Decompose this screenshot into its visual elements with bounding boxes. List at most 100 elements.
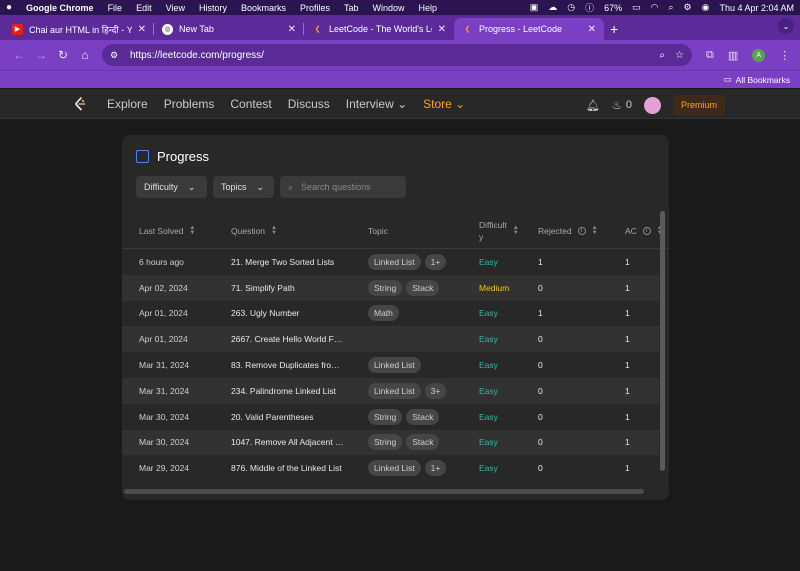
question-link[interactable]: 71. Simplify Path: [231, 275, 346, 301]
topic-tag[interactable]: Stack: [406, 434, 440, 451]
topic-tag[interactable]: Linked List: [368, 460, 421, 477]
nav-store[interactable]: Store ⌄: [423, 97, 465, 111]
nav-explore[interactable]: Explore: [107, 97, 148, 111]
question-title[interactable]: 83. Remove Duplicates from ...: [231, 360, 346, 370]
table-row[interactable]: Mar 30, 2024 20. Valid Parentheses Strin…: [122, 404, 659, 430]
tab-leetcode-home[interactable]: ❮ LeetCode - The World's Leading ✕: [304, 18, 454, 40]
clock-icon[interactable]: ◷: [567, 2, 575, 13]
question-title[interactable]: 2667. Create Hello World Fun...: [231, 334, 346, 344]
new-tab-button[interactable]: +: [610, 18, 618, 40]
table-row[interactable]: Mar 31, 2024 234. Palindrome Linked List…: [122, 377, 659, 404]
back-icon[interactable]: ←: [8, 48, 30, 62]
control-center-icon[interactable]: ⚙: [684, 2, 692, 13]
leetcode-logo-icon[interactable]: [74, 97, 86, 111]
col-ac[interactable]: AC i ▲▼: [625, 213, 663, 249]
topic-tag[interactable]: Stack: [406, 279, 440, 296]
nav-problems[interactable]: Problems: [164, 97, 215, 111]
menu-profiles[interactable]: Profiles: [300, 3, 330, 13]
bookmark-star-icon[interactable]: ☆: [675, 50, 684, 61]
close-icon[interactable]: ✕: [438, 24, 446, 35]
sort-icon[interactable]: ▲▼: [189, 225, 195, 236]
nav-contest[interactable]: Contest: [230, 97, 271, 111]
question-title[interactable]: 263. Ugly Number: [231, 308, 300, 318]
topic-tag[interactable]: Linked List: [368, 382, 421, 399]
col-rejected[interactable]: Rejected i ▲ ▼: [538, 213, 598, 249]
question-link[interactable]: 1047. Remove All Adjacent D...: [231, 430, 346, 456]
col-difficulty[interactable]: Difficult y ▲ ▼: [479, 213, 519, 249]
all-bookmarks-button[interactable]: ▭ All Bookmarks: [724, 74, 790, 85]
zoom-icon[interactable]: ⌕: [659, 50, 665, 61]
status-app-icon[interactable]: ▣: [530, 2, 539, 13]
table-row[interactable]: Apr 01, 2024 2667. Create Hello World Fu…: [122, 326, 659, 353]
question-link[interactable]: 20. Valid Parentheses: [231, 404, 346, 430]
topic-tag[interactable]: Math: [368, 305, 399, 322]
question-title[interactable]: 1047. Remove All Adjacent D...: [231, 437, 346, 447]
premium-button[interactable]: Premium: [672, 95, 725, 115]
topic-tag[interactable]: String: [368, 434, 403, 451]
question-link[interactable]: 2667. Create Hello World Fun...: [231, 326, 346, 352]
question-title[interactable]: 234. Palindrome Linked List: [231, 386, 336, 396]
nav-interview[interactable]: Interview ⌄: [346, 97, 407, 111]
menu-window[interactable]: Window: [373, 3, 405, 13]
home-icon[interactable]: ⌂: [74, 48, 96, 62]
tab-new-tab[interactable]: ◍ New Tab ✕: [154, 18, 304, 40]
side-panel-icon[interactable]: ▥: [728, 49, 738, 62]
table-row[interactable]: Mar 30, 2024 1047. Remove All Adjacent D…: [122, 429, 659, 456]
menu-view[interactable]: View: [166, 3, 185, 13]
search-icon[interactable]: ⌕: [668, 2, 673, 13]
menu-edit[interactable]: Edit: [136, 3, 152, 13]
cloud-icon[interactable]: ☁: [548, 2, 557, 13]
table-row[interactable]: Mar 29, 2024 876. Middle of the Linked L…: [122, 455, 659, 481]
coins-button[interactable]: ♨ 0: [612, 99, 632, 112]
menu-help[interactable]: Help: [419, 3, 438, 13]
sort-icon[interactable]: ▲▼: [271, 225, 277, 236]
topic-tag[interactable]: 1+: [424, 253, 447, 270]
question-link[interactable]: 234. Palindrome Linked List: [231, 378, 346, 404]
app-name-menu[interactable]: Google Chrome: [26, 3, 94, 13]
topics-dropdown[interactable]: Topics ⌄: [213, 176, 274, 198]
avatar[interactable]: [643, 96, 661, 114]
question-link[interactable]: 876. Middle of the Linked List: [231, 455, 346, 481]
vertical-scrollbar[interactable]: [660, 211, 666, 571]
topic-tag[interactable]: Linked List: [368, 357, 421, 374]
topic-tag[interactable]: String: [368, 279, 403, 296]
forward-icon[interactable]: →: [30, 48, 52, 62]
tab-youtube[interactable]: ▶ Chai aur HTML in हिन्दी - YouTube ✕: [4, 18, 154, 40]
question-link[interactable]: 263. Ugly Number: [231, 301, 346, 327]
address-bar[interactable]: ⚙ https://leetcode.com/progress/ ⌕ ☆: [102, 44, 692, 66]
topic-tag[interactable]: 3+: [424, 382, 447, 399]
nav-discuss[interactable]: Discuss: [288, 97, 330, 111]
table-row[interactable]: 6 hours ago 21. Merge Two Sorted Lists L…: [122, 249, 659, 275]
datetime[interactable]: Thu 4 Apr 2:04 AM: [719, 3, 794, 13]
siri-icon[interactable]: ◉: [702, 2, 710, 13]
col-last-solved[interactable]: Last Solved ▲ ▼: [139, 213, 195, 249]
question-title[interactable]: 20. Valid Parentheses: [231, 412, 314, 422]
info-icon[interactable]: i: [577, 227, 586, 235]
table-row[interactable]: Mar 31, 2024 83. Remove Duplicates from …: [122, 352, 659, 378]
search-input[interactable]: [301, 182, 392, 192]
table-row[interactable]: Apr 01, 2024 263. Ugly Number Math Easy …: [122, 301, 659, 327]
question-title[interactable]: 876. Middle of the Linked List: [231, 463, 342, 473]
table-row[interactable]: Apr 02, 2024 71. Simplify Path String Sta…: [122, 274, 659, 301]
kebab-menu-icon[interactable]: ⋮: [779, 49, 790, 62]
bell-icon[interactable]: 🔔︎: [586, 99, 600, 112]
tab-progress-leetcode[interactable]: ❮ Progress - LeetCode ✕: [454, 18, 604, 40]
sort-icon[interactable]: ▲▼: [513, 225, 519, 236]
sort-icon[interactable]: ▲▼: [592, 225, 598, 236]
close-icon[interactable]: ✕: [138, 24, 146, 35]
reload-icon[interactable]: ↻: [52, 48, 74, 62]
battery-icon[interactable]: ▭: [632, 2, 641, 13]
wifi-icon[interactable]: ◠: [651, 2, 659, 13]
close-icon[interactable]: ✕: [588, 24, 596, 35]
tab-search-icon[interactable]: ⌄: [778, 18, 794, 34]
difficulty-dropdown[interactable]: Difficulty ⌄: [136, 176, 207, 198]
extensions-icon[interactable]: ⧉: [706, 49, 714, 62]
search-box[interactable]: ⌕: [280, 176, 406, 198]
topic-tag[interactable]: String: [368, 408, 403, 425]
question-link[interactable]: 83. Remove Duplicates from ...: [231, 352, 346, 378]
topic-tag[interactable]: Linked List: [368, 253, 421, 270]
col-question[interactable]: Question ▲ ▼: [231, 213, 277, 249]
apple-icon[interactable]: ●: [6, 2, 12, 13]
horizontal-scrollbar[interactable]: [124, 489, 644, 494]
url-text[interactable]: https://leetcode.com/progress/: [130, 50, 659, 61]
